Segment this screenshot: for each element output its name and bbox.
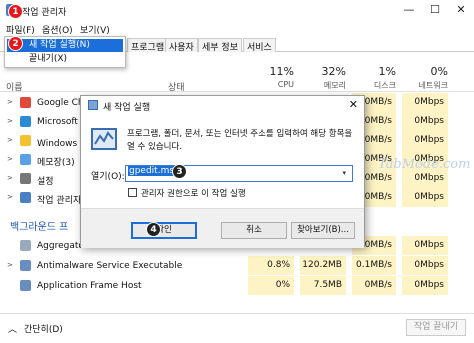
expand-icon[interactable]: > bbox=[7, 117, 13, 125]
col-cpu[interactable]: CPU bbox=[258, 80, 294, 89]
menu-view[interactable]: 보기(V) bbox=[80, 23, 110, 36]
expand-icon[interactable]: > bbox=[7, 155, 13, 163]
col-disk[interactable]: 디스크 bbox=[352, 80, 396, 91]
table-row[interactable]: Application Frame Host 0% 7.5MB 0MB/s 0M… bbox=[0, 276, 474, 295]
run-new-task-dialog: 새 작업 실행 ✕ 프로그램, 폴더, 문서, 또는 인터넷 주소를 입력하여 … bbox=[80, 95, 366, 248]
run-illustration-icon bbox=[91, 128, 117, 150]
step-badge-1: 1 bbox=[8, 4, 23, 19]
open-label: 열기(O): bbox=[91, 172, 125, 182]
window-title: 작업 관리자 bbox=[22, 8, 67, 18]
folder-icon bbox=[20, 135, 31, 146]
browse-button[interactable]: 찾아보기(B)... bbox=[291, 222, 355, 239]
tab-services[interactable]: 서비스 bbox=[243, 38, 276, 53]
expand-icon[interactable]: > bbox=[7, 193, 13, 201]
chevron-down-icon[interactable]: ▾ bbox=[342, 169, 346, 177]
settings-gear-icon bbox=[20, 173, 31, 184]
process-icon bbox=[20, 260, 31, 271]
section-background-processes: 백그라운드 프 bbox=[10, 222, 69, 233]
expand-icon[interactable]: > bbox=[7, 98, 13, 106]
end-task-button[interactable]: 작업 끝내기 bbox=[406, 319, 466, 336]
step-badge-2: 2 bbox=[8, 36, 23, 51]
admin-checkbox[interactable] bbox=[128, 188, 137, 197]
watermark: TabMode.com bbox=[378, 157, 471, 172]
process-icon bbox=[20, 280, 31, 291]
menu-bar: 파일(F) 옵션(O) 보기(V) bbox=[0, 20, 474, 36]
menu-file[interactable]: 파일(F) bbox=[6, 23, 35, 36]
step-badge-4: 4 bbox=[146, 222, 161, 237]
run-icon bbox=[88, 100, 98, 110]
expand-icon[interactable]: > bbox=[7, 136, 13, 144]
dialog-title-bar: 새 작업 실행 ✕ bbox=[81, 96, 366, 114]
menu-item-exit[interactable]: 끝내기(X) bbox=[7, 53, 123, 66]
table-row[interactable]: > Antimalware Service Executable 0.8% 12… bbox=[0, 256, 474, 275]
tab-details[interactable]: 세부 정보 bbox=[198, 38, 242, 53]
dialog-close-icon[interactable]: ✕ bbox=[349, 98, 358, 111]
minimize-icon[interactable]: — bbox=[398, 2, 420, 18]
footer: ︿ 간단히(D) 작업 끝내기 bbox=[0, 313, 474, 343]
cancel-button[interactable]: 취소 bbox=[221, 222, 287, 239]
col-network[interactable]: 네트워크 bbox=[402, 80, 448, 91]
step-badge-3: 3 bbox=[172, 164, 187, 179]
tab-programs[interactable]: 프로그램 bbox=[127, 38, 169, 53]
memory-percent: 32% bbox=[321, 65, 346, 78]
close-icon[interactable]: ✕ bbox=[450, 2, 472, 18]
edge-icon bbox=[20, 116, 31, 127]
cpu-percent: 11% bbox=[269, 65, 294, 78]
menu-item-run-new-task[interactable]: 새 작업 실행(N) bbox=[7, 39, 123, 52]
col-memory[interactable]: 메모리 bbox=[300, 80, 346, 91]
network-percent: 0% bbox=[430, 65, 448, 78]
open-input[interactable]: gpedit.msc ▾ bbox=[125, 165, 353, 182]
expand-icon[interactable]: > bbox=[7, 174, 13, 182]
maximize-icon[interactable]: ☐ bbox=[424, 2, 446, 18]
col-status[interactable]: 상태 bbox=[168, 80, 185, 93]
dialog-title: 새 작업 실행 bbox=[103, 103, 151, 113]
fewer-details-link[interactable]: 간단히(D) bbox=[24, 322, 63, 335]
disk-percent: 1% bbox=[378, 65, 396, 78]
dialog-description: 프로그램, 폴더, 문서, 또는 인터넷 주소를 입력하여 해당 항목을 열 수… bbox=[127, 129, 353, 152]
tab-users[interactable]: 사용자 bbox=[165, 38, 198, 53]
col-name[interactable]: 이름 bbox=[6, 80, 23, 93]
title-bar: 작업 관리자 — ☐ ✕ bbox=[0, 0, 474, 20]
admin-checkbox-label: 관리자 권한으로 이 작업 실행 bbox=[141, 189, 246, 199]
process-icon bbox=[20, 240, 31, 251]
task-manager-icon bbox=[20, 192, 31, 203]
chrome-icon bbox=[20, 97, 31, 108]
menu-options[interactable]: 옵션(O) bbox=[42, 23, 73, 36]
notepad-icon bbox=[20, 154, 31, 165]
expand-icon[interactable]: > bbox=[7, 261, 13, 269]
ok-button[interactable]: 확인 bbox=[131, 222, 197, 239]
chevron-up-icon[interactable]: ︿ bbox=[8, 322, 17, 335]
